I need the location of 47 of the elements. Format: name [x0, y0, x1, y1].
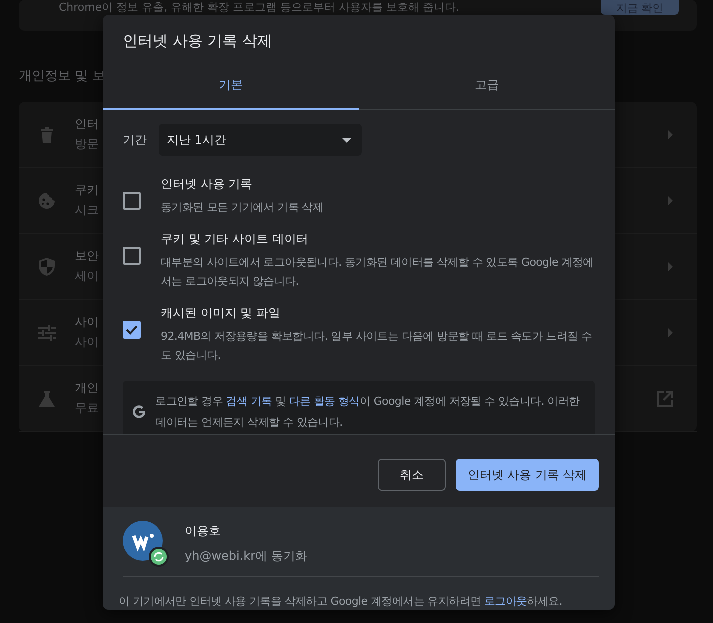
option-description: 92.4MB의 저장용량을 확보합니다. 일부 사이트는 다음에 방문할 때 로드 속도가 느려질 수도 있습니다.	[161, 329, 594, 364]
option-title: 쿠키 및 기타 사이트 데이터	[161, 231, 310, 248]
clear-data-button[interactable]: 인터넷 사용 기록 삭제	[456, 459, 599, 491]
option-description: 대부분의 사이트에서 로그아웃됩니다. 동기화된 데이터를 삭제할 수 있도록 Google 계정에서는 로그아웃되지 않습니다.	[161, 255, 595, 290]
option-title: 캐시된 이미지 및 파일	[161, 305, 282, 322]
checkbox[interactable]	[123, 321, 141, 339]
chevron-right-icon[interactable]	[668, 130, 673, 140]
row-subtitle: 시크	[75, 202, 99, 219]
tab[interactable]: 고급	[359, 66, 615, 110]
info-text: 로그인할 경우 검색 기록 및 다른 활동 형식 이 Google 계정에 저장될 수 있습니다. 이러한 데이터는 언제든지 삭제할 수 있습니다.	[156, 394, 581, 431]
option-description: 동기화된 모든 기기에서 기록 삭제	[161, 200, 324, 216]
cookie-icon	[38, 192, 56, 210]
sliders-icon	[38, 324, 56, 340]
row-title: 사이	[75, 314, 99, 331]
chevron-right-icon[interactable]	[668, 262, 673, 272]
row-subtitle: 세이	[75, 268, 99, 285]
flask-icon	[39, 390, 55, 406]
google-icon	[133, 403, 146, 421]
description-text: Chrome이 정보 유출, 유해한 확장 프로그램 등으로부터 사용자를 보호해 줍니다.	[59, 1, 460, 14]
cancel-button[interactable]: 취소	[378, 459, 446, 491]
link[interactable]: 로그아웃	[484, 595, 528, 608]
external-link-icon[interactable]	[657, 390, 673, 406]
row-title: 보안	[75, 248, 99, 265]
checkbox[interactable]	[123, 192, 141, 210]
dialog-title: 인터넷 사용 기록 삭제	[122, 31, 274, 52]
link[interactable]: 검색 기록	[226, 395, 272, 408]
option-title: 인터넷 사용 기록	[161, 176, 254, 193]
row-subtitle: 무료	[75, 400, 99, 417]
checkbox[interactable]	[123, 247, 141, 265]
shield-icon	[39, 258, 55, 276]
chevron-right-icon[interactable]	[668, 196, 673, 206]
link[interactable]: 다른 활동 형식	[289, 395, 360, 408]
row-title: 개인	[75, 380, 99, 397]
period-label: 기간	[123, 132, 147, 148]
footer-text: 이 기기에서만 인터넷 사용 기록을 삭제하고 Google 계정에서는 유지하려면 로그아웃하세요.	[119, 594, 564, 609]
account-name: 이용호	[185, 523, 222, 540]
trash-icon	[40, 126, 54, 142]
row-title: 인터	[75, 116, 99, 133]
dropdown-arrow-icon	[342, 138, 352, 142]
period-dropdown[interactable]: 지난 1시간	[159, 124, 362, 156]
tab[interactable]: 기본	[103, 66, 359, 110]
account-email: yh@webi.kr에 동기화	[185, 548, 308, 565]
row-subtitle: 방문	[75, 136, 99, 153]
row-subtitle: 사이	[75, 334, 99, 351]
sync-icon	[149, 547, 169, 567]
chevron-right-icon[interactable]	[668, 328, 673, 338]
row-title: 쿠키	[75, 182, 99, 199]
